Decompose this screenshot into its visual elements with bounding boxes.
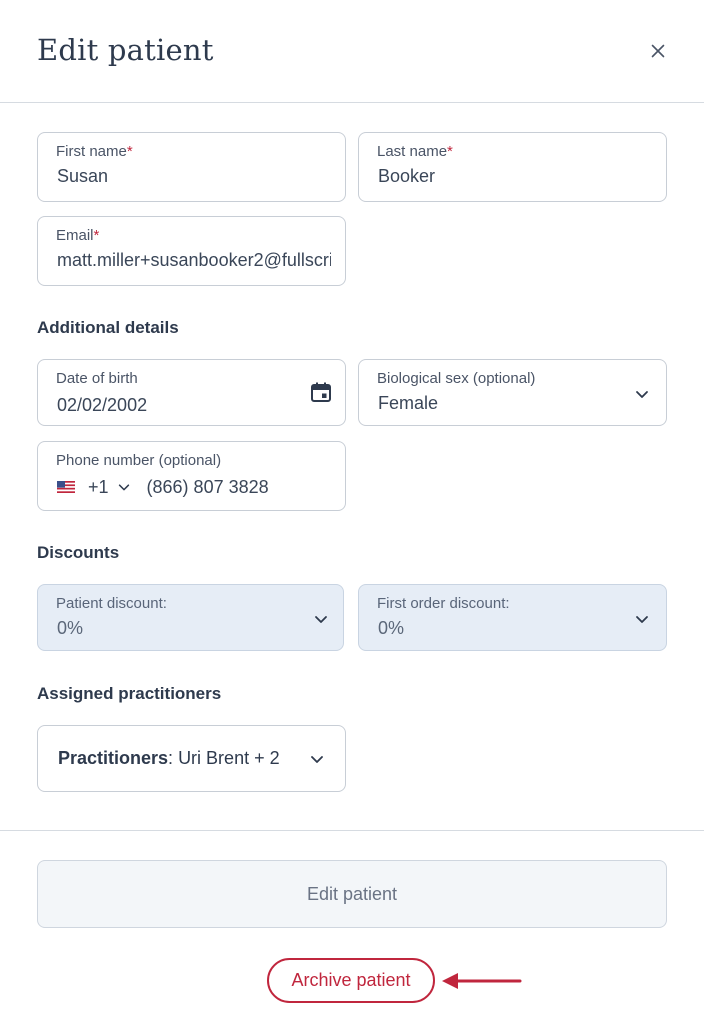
- close-button[interactable]: [644, 37, 672, 65]
- first-order-discount-select[interactable]: First order discount: 0%: [358, 584, 667, 651]
- chevron-down-icon: [636, 391, 648, 398]
- modal-title: Edit patient: [37, 33, 214, 67]
- us-flag-icon[interactable]: [57, 481, 75, 493]
- edit-patient-button[interactable]: Edit patient: [37, 860, 667, 928]
- country-code[interactable]: +1: [88, 477, 109, 498]
- discounts-heading: Discounts: [37, 543, 120, 562]
- first-name-field[interactable]: First name* Susan: [37, 132, 346, 202]
- patient-discount-label: Patient discount:: [56, 595, 167, 612]
- modal-header: Edit patient: [0, 0, 704, 103]
- practitioners-value: Uri Brent + 2: [178, 748, 280, 768]
- last-name-field[interactable]: Last name* Booker: [358, 132, 667, 202]
- first-name-value: Susan: [57, 166, 109, 186]
- practitioners-label: Practitioners: [58, 748, 169, 768]
- phone-row: +1 (866) 807 3828: [57, 475, 269, 499]
- header-divider: [0, 102, 704, 103]
- edit-patient-modal: Edit patient First name* Susan Last name…: [0, 0, 704, 1024]
- phone-label: Phone number (optional): [56, 452, 222, 469]
- date-of-birth-field[interactable]: Date of birth 02/02/2002: [37, 359, 346, 426]
- practitioners-text: Practitioners: Uri Brent + 2: [58, 748, 280, 768]
- email-value: matt.miller+susanbooker2@fullscript.com: [57, 250, 331, 270]
- additional-details-heading: Additional details: [37, 318, 179, 337]
- phone-number-field[interactable]: Phone number (optional) +1 (866) 807 382…: [37, 441, 346, 511]
- first-name-label: First name*: [56, 143, 133, 160]
- archive-patient-button[interactable]: Archive patient: [267, 958, 435, 1003]
- last-name-value: Booker: [378, 166, 436, 186]
- practitioners-select[interactable]: Practitioners: Uri Brent + 2: [37, 725, 346, 792]
- biological-sex-select[interactable]: Biological sex (optional) Female: [358, 359, 667, 426]
- last-name-label: Last name*: [377, 143, 453, 160]
- chevron-down-icon: [636, 616, 648, 623]
- first-order-discount-value: 0%: [378, 618, 405, 638]
- arrow-left-icon: [442, 973, 522, 989]
- footer-divider: [0, 830, 704, 831]
- patient-discount-value: 0%: [57, 618, 84, 638]
- chevron-down-icon: [315, 616, 327, 623]
- close-icon: [651, 44, 665, 58]
- patient-discount-select[interactable]: Patient discount: 0%: [37, 584, 344, 651]
- calendar-icon[interactable]: [309, 380, 333, 404]
- dob-value: 02/02/2002: [57, 395, 148, 415]
- country-chevron-down-icon[interactable]: [117, 480, 131, 494]
- sex-label: Biological sex (optional): [377, 370, 536, 387]
- first-order-discount-label: First order discount:: [377, 595, 510, 612]
- email-field[interactable]: Email* matt.miller+susanbooker2@fullscri…: [37, 216, 346, 286]
- dob-label: Date of birth: [56, 370, 138, 387]
- sex-value: Female: [378, 393, 439, 413]
- email-label: Email*: [56, 227, 100, 244]
- chevron-down-icon: [311, 756, 323, 763]
- assigned-practitioners-heading: Assigned practitioners: [37, 684, 222, 703]
- phone-value: (866) 807 3828: [146, 476, 269, 497]
